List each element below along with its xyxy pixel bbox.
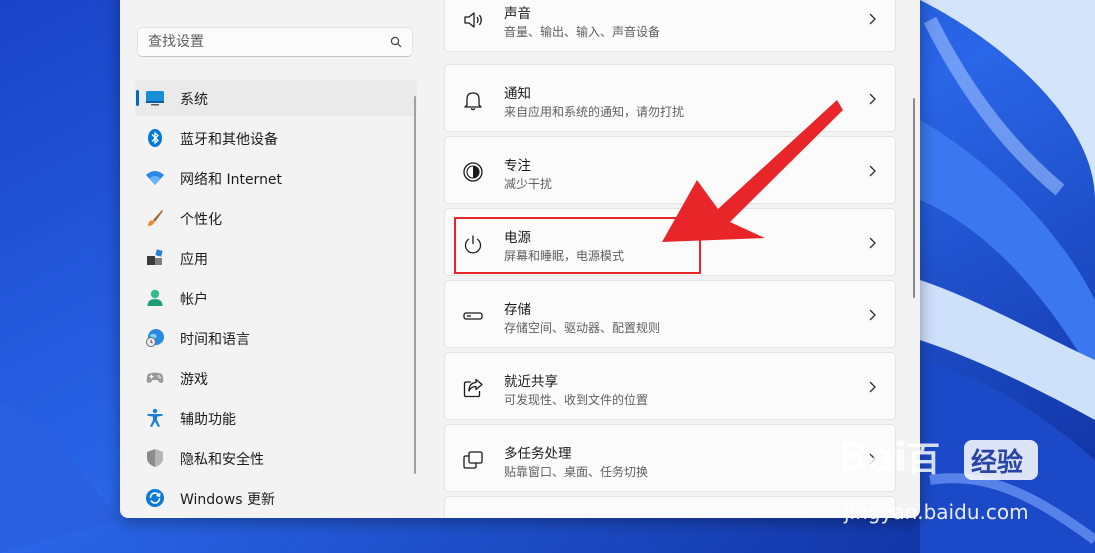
apps-icon: [147, 249, 163, 265]
brush-icon: [148, 210, 163, 226]
gamepad-icon: [146, 372, 164, 383]
sidebar-item-time-language[interactable]: 时间和语言: [135, 320, 417, 356]
sidebar-item-label: 应用: [180, 252, 208, 268]
sidebar-item-windows-update[interactable]: Windows 更新: [135, 480, 417, 516]
multitask-icon: [463, 451, 483, 469]
setting-multitasking[interactable]: 多任务处理 贴靠窗口、桌面、任务切换: [444, 424, 896, 492]
setting-subtitle: 来自应用和系统的通知，请勿打扰: [504, 105, 685, 119]
sidebar-item-label: 个性化: [180, 212, 222, 228]
update-icon: [146, 489, 164, 507]
person-icon: [147, 289, 163, 306]
sidebar-item-label: 辅助功能: [180, 412, 236, 428]
setting-title: 声音: [504, 6, 531, 22]
settings-scrollbar[interactable]: [913, 98, 915, 298]
setting-subtitle: 可发现性、收到文件的位置: [504, 393, 649, 407]
baidu-watermark: Bai百 经验 jingyan.baidu.com: [836, 432, 1076, 532]
sidebar-item-network[interactable]: 网络和 Internet: [135, 160, 417, 196]
sidebar-item-system[interactable]: 系统: [135, 80, 417, 116]
watermark-tag: 经验: [971, 448, 1024, 478]
chevron-right-icon: [869, 381, 876, 393]
setting-subtitle: 减少干扰: [504, 177, 553, 191]
sidebar-item-label: Windows 更新: [180, 492, 275, 508]
setting-title: 通知: [504, 86, 531, 102]
storage-icon: [463, 312, 483, 320]
sidebar-item-privacy[interactable]: 隐私和安全性: [135, 440, 417, 476]
chevron-right-icon: [869, 237, 876, 249]
setting-title: 专注: [504, 158, 531, 174]
setting-title: 存储: [504, 302, 531, 318]
highlight-box: [454, 217, 701, 274]
sidebar-item-label: 网络和 Internet: [180, 172, 283, 188]
setting-title: 多任务处理: [504, 446, 572, 462]
sidebar-item-label: 时间和语言: [180, 332, 250, 348]
setting-focus[interactable]: 专注 减少干扰: [444, 136, 896, 204]
share-icon: [463, 378, 483, 398]
sidebar-scrollbar[interactable]: [414, 96, 416, 474]
setting-title: 就近共享: [504, 374, 558, 390]
chevron-right-icon: [869, 93, 876, 105]
sidebar-item-label: 游戏: [180, 372, 208, 388]
setting-storage[interactable]: 存储 存储空间、驱动器、配置规则: [444, 280, 896, 348]
chevron-right-icon: [869, 309, 876, 321]
setting-subtitle: 贴靠窗口、桌面、任务切换: [504, 465, 649, 479]
sidebar-item-personalization[interactable]: 个性化: [135, 200, 417, 236]
wifi-icon: [146, 171, 164, 185]
sidebar-item-accounts[interactable]: 帐户: [135, 280, 417, 316]
search-icon[interactable]: [390, 36, 402, 48]
shield-icon: [147, 449, 163, 467]
sidebar-item-label: 系统: [180, 92, 208, 108]
setting-subtitle: 存储空间、驱动器、配置规则: [504, 321, 661, 335]
setting-subtitle: 音量、输出、输入、声音设备: [504, 25, 661, 39]
search-input[interactable]: [148, 28, 378, 56]
speaker-icon: [464, 12, 482, 28]
chevron-right-icon: [869, 13, 876, 25]
setting-next-partial[interactable]: [444, 496, 896, 518]
sidebar-item-label: 隐私和安全性: [180, 452, 264, 468]
watermark-url: jingyan.baidu.com: [844, 500, 1029, 524]
focus-icon: [463, 162, 483, 182]
bell-icon: [464, 92, 482, 111]
sidebar-nav: 系统 蓝牙和其他设备 网络和 Internet 个性化 应用 帐户 时间和语言 …: [135, 80, 417, 518]
setting-nearby-sharing[interactable]: 就近共享 可发现性、收到文件的位置: [444, 352, 896, 420]
accessibility-icon: [147, 408, 163, 427]
search-box[interactable]: [137, 27, 413, 57]
sidebar-item-accessibility[interactable]: 辅助功能: [135, 400, 417, 436]
sidebar-item-bluetooth[interactable]: 蓝牙和其他设备: [135, 120, 417, 156]
setting-sound[interactable]: 声音 音量、输出、输入、声音设备: [444, 0, 896, 52]
sidebar-item-apps[interactable]: 应用: [135, 240, 417, 276]
sidebar-item-label: 帐户: [180, 292, 208, 308]
monitor-icon: [146, 91, 164, 106]
selected-indicator: [136, 90, 139, 106]
setting-notifications[interactable]: 通知 来自应用和系统的通知，请勿打扰: [444, 64, 896, 132]
bluetooth-icon: [148, 129, 162, 147]
watermark-brand: Bai百: [838, 435, 940, 481]
chevron-right-icon: [869, 165, 876, 177]
globe-clock-icon: [146, 329, 164, 347]
sidebar-item-gaming[interactable]: 游戏: [135, 360, 417, 396]
sidebar-item-label: 蓝牙和其他设备: [180, 132, 278, 148]
